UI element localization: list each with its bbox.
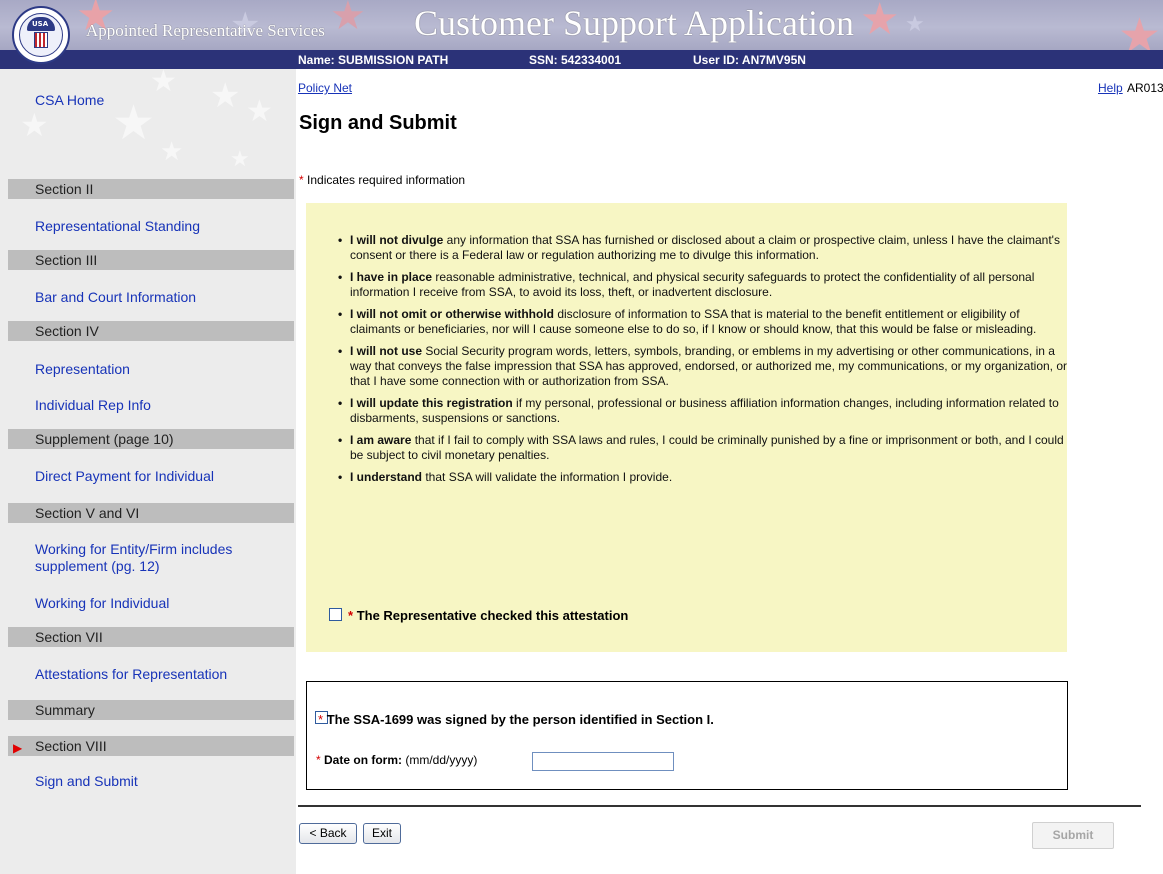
attestation-check-label: * The Representative checked this attest… (348, 608, 629, 623)
page-title: Sign and Submit (299, 112, 457, 134)
sidebar-section-iii: Section III (8, 250, 294, 270)
sidebar-item-working-for-entity[interactable]: Working for Entity/Firm includes supplem… (35, 541, 275, 575)
sidebar-item-sign-and-submit[interactable]: Sign and Submit (35, 773, 138, 790)
attestation-item: I understand that SSA will validate the … (338, 470, 1070, 485)
claimant-name: Name: SUBMISSION PATH (298, 53, 449, 67)
decorative-star-icon: ★ (210, 76, 241, 116)
decorative-star-icon: ★ (112, 95, 156, 151)
attestation-item: I am aware that if I fail to comply with… (338, 433, 1070, 463)
sidebar-item-individual-rep-info[interactable]: Individual Rep Info (35, 397, 151, 414)
help-link[interactable]: Help (1098, 81, 1123, 95)
app-title: Customer Support Application (414, 3, 854, 43)
attestation-panel: I will not divulge any information that … (306, 203, 1067, 652)
attestation-item: I will update this registration if my pe… (338, 396, 1070, 426)
exit-button[interactable]: Exit (363, 823, 401, 844)
sidebar-item-representational-standing[interactable]: Representational Standing (35, 218, 200, 235)
attestation-item: I will not omit or otherwise withhold di… (338, 307, 1070, 337)
user-id: User ID: AN7MV95N (693, 53, 806, 67)
seal-usa-text: USA (32, 20, 49, 28)
sidebar-item-attestations[interactable]: Attestations for Representation (35, 666, 227, 683)
form-divider (298, 805, 1141, 807)
sidebar-item-representation[interactable]: Representation (35, 361, 130, 378)
sidebar-item-bar-and-court[interactable]: Bar and Court Information (35, 289, 196, 306)
form-id: AR013 (1127, 81, 1163, 95)
submit-button[interactable]: Submit (1032, 822, 1114, 849)
sidebar-section-viii: ▶ Section VIII (8, 736, 294, 756)
app-header: ★ ★ ★ ★ ★ ★ Appointed Representative Ser… (0, 0, 1163, 50)
decorative-star-icon: ★ (230, 147, 250, 172)
sidebar-item-csa-home[interactable]: CSA Home (35, 92, 104, 109)
date-on-form-input[interactable] (532, 752, 674, 771)
decorative-star-icon: ★ (1118, 8, 1162, 50)
decorative-star-icon: ★ (150, 69, 177, 99)
decorative-star-icon: ★ (330, 0, 366, 39)
user-info-bar: Name: SUBMISSION PATH SSN: 542334001 Use… (0, 50, 1163, 69)
decorative-star-icon: ★ (160, 137, 184, 167)
sidebar-section-iv: Section IV (8, 321, 294, 341)
sidebar-item-working-for-individual[interactable]: Working for Individual (35, 595, 169, 612)
back-button[interactable]: < Back (299, 823, 357, 844)
decorative-star-icon: ★ (20, 106, 49, 144)
attestation-item: I will not divulge any information that … (338, 233, 1070, 263)
required-note-text: Indicates required information (303, 173, 466, 187)
attestation-checkbox[interactable] (329, 608, 342, 621)
signed-check-label: * The SSA-1699 was signed by the person … (318, 712, 714, 727)
sidebar-section-supplement: Supplement (page 10) (8, 429, 294, 449)
signature-panel (306, 681, 1068, 790)
sidebar-nav: ★ ★ ★ ★ ★ ★ ★ CSA Home Section II Repres… (0, 69, 296, 874)
sidebar-section-vii: Section VII (8, 627, 294, 647)
sidebar-section-summary: Summary (8, 700, 294, 720)
claimant-ssn: SSN: 542334001 (529, 53, 622, 67)
date-on-form-label: * Date on form: (mm/dd/yyyy) (316, 753, 478, 767)
decorative-star-icon: ★ (860, 0, 900, 45)
sidebar-item-direct-payment[interactable]: Direct Payment for Individual (35, 468, 214, 485)
decorative-star-icon: ★ (905, 12, 925, 37)
attestation-list: I will not divulge any information that … (338, 233, 1070, 492)
decorative-star-icon: ★ (246, 94, 273, 129)
required-info-note: * Indicates required information (299, 173, 465, 187)
ssa-seal-logo: USA (12, 6, 70, 64)
sidebar-section-label: Section VIII (35, 738, 107, 754)
attestation-item: I will not use Social Security program w… (338, 344, 1070, 389)
current-section-arrow-icon: ▶ (13, 741, 23, 755)
sidebar-section-ii: Section II (8, 179, 294, 199)
app-subtitle: Appointed Representative Services (86, 21, 325, 40)
sidebar-section-v-vi: Section V and VI (8, 503, 294, 523)
policy-net-link[interactable]: Policy Net (298, 81, 352, 95)
attestation-item: I have in place reasonable administrativ… (338, 270, 1070, 300)
